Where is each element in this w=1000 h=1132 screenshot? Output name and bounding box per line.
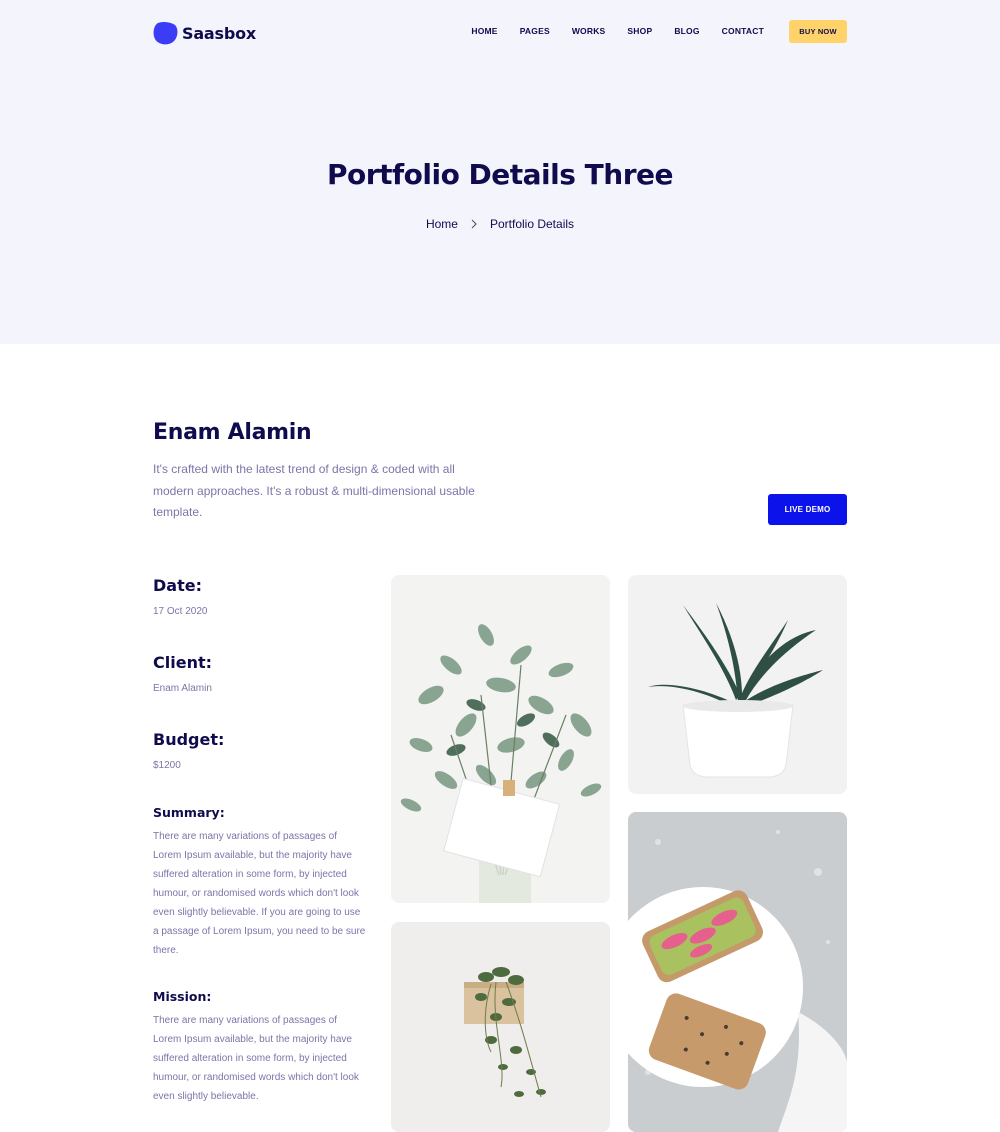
gallery-image-eucalyptus[interactable] (391, 575, 610, 903)
succulent-photo (628, 575, 847, 794)
nav-item-blog[interactable]: BLOG (674, 26, 699, 36)
hero-section: Saasbox HOME PAGES WORKS SHOP BLOG CONTA… (0, 0, 1000, 344)
nav-item-shop[interactable]: SHOP (627, 26, 652, 36)
date-label: Date: (153, 576, 202, 595)
gallery-image-ivy[interactable] (391, 922, 610, 1132)
saasbox-logo-icon (153, 21, 178, 45)
nav-item-contact[interactable]: CONTACT (722, 26, 764, 36)
live-demo-button[interactable]: LIVE DEMO (768, 494, 847, 525)
breadcrumb: Home Portfolio Details (0, 217, 1000, 231)
logo[interactable]: Saasbox (153, 20, 256, 46)
gallery-image-succulent[interactable] (628, 575, 847, 794)
budget-label: Budget: (153, 730, 225, 749)
nav-item-home[interactable]: HOME (471, 26, 497, 36)
mission-label: Mission: (153, 989, 212, 1004)
client-value: Enam Alamin (153, 683, 212, 694)
breadcrumb-current: Portfolio Details (489, 217, 575, 231)
site-header: Saasbox HOME PAGES WORKS SHOP BLOG CONTA… (153, 16, 847, 50)
project-description: It's crafted with the latest trend of de… (153, 462, 475, 519)
chevron-right-icon (471, 219, 477, 229)
summary-label: Summary: (153, 805, 225, 820)
toast-photo (628, 812, 847, 1132)
client-label: Client: (153, 653, 212, 672)
page-title: Portfolio Details Three (327, 158, 674, 191)
project-title: Enam Alamin (153, 420, 312, 445)
date-value: 17 Oct 2020 (153, 606, 208, 617)
brand-name: Saasbox (182, 23, 257, 43)
eucalyptus-photo (391, 575, 610, 903)
nav-item-works[interactable]: WORKS (572, 26, 606, 36)
summary-text: There are many variations of passages of… (153, 831, 366, 956)
nav-item-pages[interactable]: PAGES (520, 26, 550, 36)
main-nav: HOME PAGES WORKS SHOP BLOG CONTACT (471, 26, 764, 36)
gallery-image-toast[interactable] (628, 812, 847, 1132)
buy-now-button[interactable]: BUY NOW (789, 20, 847, 43)
mission-text: There are many variations of passages of… (153, 1015, 359, 1102)
ivy-photo (391, 922, 610, 1132)
breadcrumb-home-link[interactable]: Home (426, 217, 458, 231)
budget-value: $1200 (153, 760, 181, 771)
